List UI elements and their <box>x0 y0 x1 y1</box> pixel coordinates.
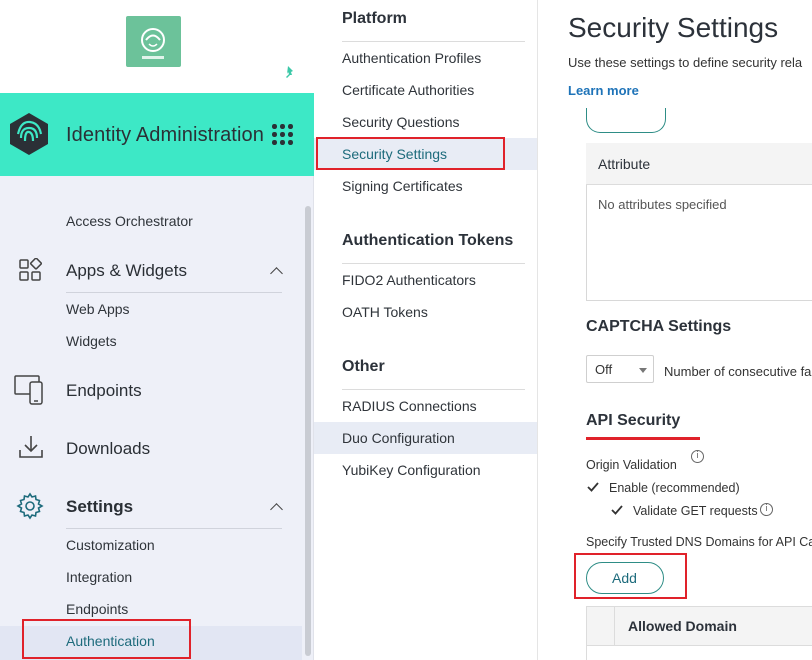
subnav-duo-configuration[interactable]: Duo Configuration <box>342 430 455 446</box>
trusted-dns-label: Specify Trusted DNS Domains for API Cal <box>586 535 812 549</box>
nav-downloads[interactable]: Downloads <box>66 439 150 459</box>
app-title: Identity Administration <box>66 124 264 146</box>
nav-endpoints[interactable]: Endpoints <box>66 381 142 401</box>
validate-get-label: Validate GET requests <box>633 504 758 518</box>
nav-settings[interactable]: Settings <box>66 497 133 517</box>
settings-subnav <box>314 0 538 660</box>
section-authentication-tokens: Authentication Tokens <box>342 232 514 249</box>
apps-widgets-icon <box>18 257 42 287</box>
divider <box>66 292 282 293</box>
attribute-header: Attribute <box>598 156 651 172</box>
section-platform: Platform <box>342 10 407 27</box>
tenant-logo <box>126 16 181 67</box>
api-security-underline <box>586 437 700 440</box>
gear-icon <box>16 492 44 525</box>
divider <box>342 389 525 390</box>
nav-apps-widgets[interactable]: Apps & Widgets <box>66 261 187 281</box>
enable-label: Enable (recommended) <box>609 481 740 495</box>
subnav-radius-connections[interactable]: RADIUS Connections <box>342 398 477 414</box>
allowed-domain-table-body <box>586 646 812 660</box>
nav-endpoints-settings[interactable]: Endpoints <box>66 601 128 617</box>
captcha-title: CAPTCHA Settings <box>586 318 732 335</box>
add-button-label: Add <box>612 570 637 586</box>
captcha-label: Number of consecutive fai <box>664 364 812 379</box>
divider <box>342 263 525 264</box>
nav-integration[interactable]: Integration <box>66 569 132 585</box>
api-security-title: API Security <box>586 412 681 429</box>
subnav-yubikey-configuration[interactable]: YubiKey Configuration <box>342 462 481 478</box>
endpoints-icon <box>14 374 46 411</box>
page-title: Security Settings <box>568 12 779 43</box>
info-icon[interactable]: i <box>691 450 704 463</box>
info-icon[interactable]: i <box>760 503 773 516</box>
divider <box>614 606 615 646</box>
captcha-select-value: Off <box>595 362 613 377</box>
dropdown-arrow-icon <box>639 368 647 373</box>
subnav-security-questions[interactable]: Security Questions <box>342 114 460 130</box>
divider <box>66 528 282 529</box>
attribute-empty-message: No attributes specified <box>598 197 727 212</box>
origin-validation-label: Origin Validation <box>586 458 677 472</box>
identity-logo-icon <box>8 112 50 161</box>
subnav-oath-tokens[interactable]: OATH Tokens <box>342 304 428 320</box>
section-other: Other <box>342 358 385 375</box>
enable-checkbox[interactable] <box>586 480 600 494</box>
pin-icon[interactable] <box>283 65 297 79</box>
nav-customization[interactable]: Customization <box>66 537 155 553</box>
app-launcher-icon[interactable] <box>272 124 294 146</box>
page-subtitle: Use these settings to define security re… <box>568 55 803 70</box>
sidebar-scrollbar[interactable] <box>305 206 311 656</box>
download-icon <box>18 434 44 465</box>
nav-web-apps[interactable]: Web Apps <box>66 301 130 317</box>
divider <box>342 41 525 42</box>
partial-button[interactable] <box>586 108 666 133</box>
validate-get-checkbox[interactable] <box>610 503 624 517</box>
allowed-domain-header: Allowed Domain <box>628 618 737 634</box>
nav-widgets[interactable]: Widgets <box>66 333 117 349</box>
nav-authentication[interactable]: Authentication <box>66 633 155 649</box>
subnav-certificate-authorities[interactable]: Certificate Authorities <box>342 82 474 98</box>
subnav-signing-certificates[interactable]: Signing Certificates <box>342 178 463 194</box>
learn-more-link[interactable]: Learn more <box>568 83 639 98</box>
subnav-authentication-profiles[interactable]: Authentication Profiles <box>342 50 481 66</box>
nav-access-orchestrator[interactable]: Access Orchestrator <box>66 213 193 229</box>
subnav-security-settings[interactable]: Security Settings <box>342 146 447 162</box>
subnav-fido2-authenticators[interactable]: FIDO2 Authenticators <box>342 272 476 288</box>
